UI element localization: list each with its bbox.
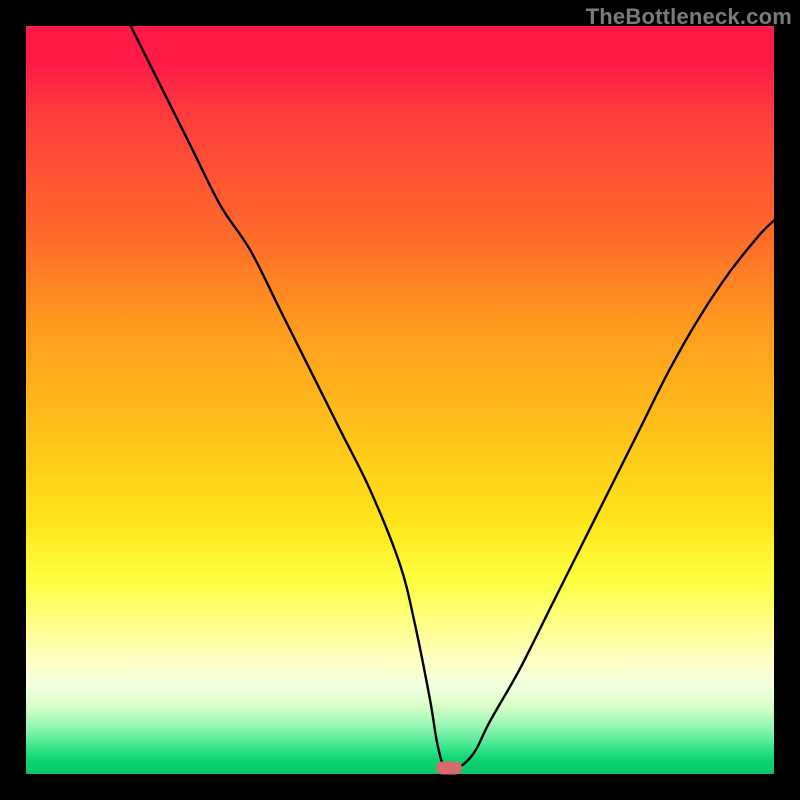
plot-area xyxy=(26,26,774,774)
chart-container: TheBottleneck.com xyxy=(0,0,800,800)
bottleneck-curve xyxy=(26,26,774,774)
minimum-marker xyxy=(436,762,462,775)
